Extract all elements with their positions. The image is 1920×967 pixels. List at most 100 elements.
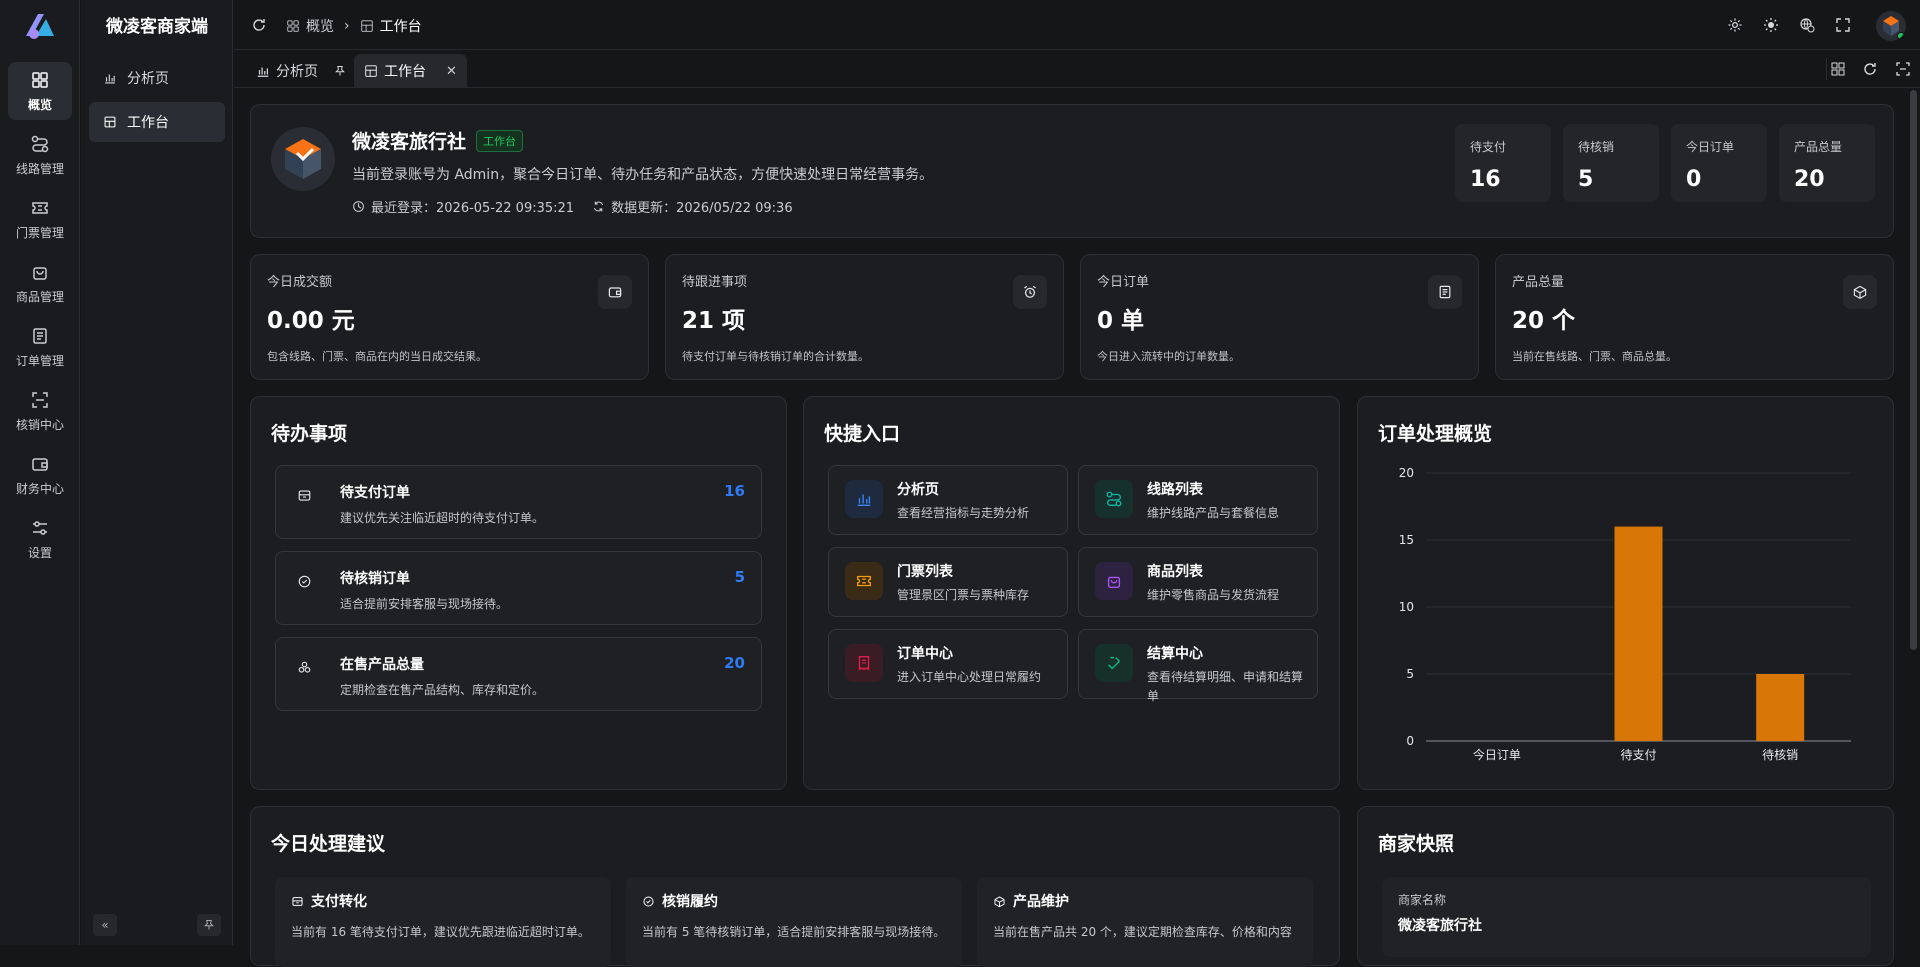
todo-item-count: 20 — [724, 654, 745, 672]
merchant-field-label: 商家名称 — [1398, 893, 1447, 907]
main-rail: 概览线路管理门票管理商品管理订单管理核销中心财务中心设置 — [0, 0, 80, 945]
quick-entry-item[interactable]: 分析页 查看经营指标与走势分析 — [828, 465, 1068, 535]
stat-value: 0 单 — [1097, 308, 1145, 334]
bag-icon — [1107, 576, 1121, 588]
workbench-badge: 工作台 — [476, 129, 524, 152]
fullscreen-button[interactable] — [1832, 14, 1854, 36]
stat-icon-box — [1843, 275, 1877, 309]
scrollbar-thumb[interactable] — [1910, 90, 1917, 650]
mini-stat-value: 5 — [1578, 167, 1594, 192]
quick-entry-title: 分析页 — [897, 482, 939, 498]
pin-icon[interactable] — [334, 65, 346, 77]
rail-item[interactable]: 概览 — [8, 62, 72, 120]
stat-description: 包含线路、门票、商品在内的当日成交结果。 — [267, 350, 487, 363]
sidebar-item[interactable]: 分析页 — [89, 58, 225, 98]
refresh-icon — [253, 19, 265, 31]
mini-stat-label: 产品总量 — [1794, 140, 1843, 154]
quick-entry-icon-box — [845, 562, 883, 600]
tab-workbench[interactable]: 工作台 ✕ — [354, 54, 467, 88]
close-tab-icon[interactable]: ✕ — [446, 64, 457, 79]
reload-tab-button[interactable] — [1859, 58, 1881, 80]
refresh-button[interactable] — [248, 14, 270, 36]
merchant-avatar — [271, 127, 335, 191]
sync-icon — [594, 201, 604, 212]
todo-item[interactable]: 在售产品总量 定期检查在售产品结构、库存和定价。 20 — [275, 637, 762, 711]
quick-entry-title: 订单中心 — [897, 646, 953, 662]
sidebar-item[interactable]: 工作台 — [89, 102, 225, 142]
stat-card: 产品总量 20 个 当前在售线路、门票、商品总量。 — [1495, 254, 1894, 380]
box-icon — [1853, 285, 1867, 300]
language-button[interactable] — [1796, 14, 1818, 36]
mini-stat-label: 待核销 — [1578, 140, 1615, 154]
rail-item[interactable]: 订单管理 — [8, 318, 72, 376]
rail-item[interactable]: 核销中心 — [8, 382, 72, 440]
todo-item-count: 16 — [724, 482, 745, 500]
order-overview-chart: 0 5 10 15 20 今日订单 待支付 待核销 — [1399, 466, 1851, 762]
quick-entry-description: 查看待结算明细、申请和结算单 — [1147, 670, 1304, 703]
rail-item-label: 订单管理 — [15, 353, 64, 368]
route-icon — [31, 135, 49, 152]
stat-label: 产品总量 — [1512, 275, 1565, 290]
tab-analysis[interactable]: 分析页 — [246, 54, 356, 88]
quick-entry-item[interactable]: 线路列表 维护线路产品与套餐信息 — [1078, 465, 1318, 535]
gear-icon — [1728, 18, 1742, 32]
rail-item[interactable]: 门票管理 — [8, 190, 72, 248]
stat-card: 待跟进事项 21 项 待支付订单与待核销订单的合计数量。 — [665, 254, 1064, 380]
stat-icon-box — [1428, 275, 1462, 309]
clock-icon — [353, 201, 364, 212]
order-overview-card: 订单处理概览 0 5 10 15 20 今日订单 待支付 待核销 — [1357, 396, 1894, 790]
theme-toggle-button[interactable] — [1760, 14, 1782, 36]
mini-stat-value: 20 — [1794, 167, 1825, 192]
pin-sidebar-button[interactable] — [197, 914, 221, 936]
alarm-icon — [1024, 285, 1036, 298]
document-icon — [1439, 285, 1451, 299]
quick-entry-description: 进入订单中心处理日常履约 — [897, 670, 1042, 684]
chart-bar — [1614, 526, 1663, 741]
quick-entry-item[interactable]: 结算中心 查看待结算明细、申请和结算单 — [1078, 629, 1318, 703]
todo-icon-box — [292, 569, 316, 593]
mini-stat-value: 0 — [1686, 167, 1702, 192]
todo-icon-box — [292, 483, 316, 507]
mini-stat-label: 待支付 — [1470, 140, 1507, 154]
todo-title: 待办事项 — [271, 423, 348, 445]
quick-entry-item[interactable]: 商品列表 维护零售商品与发货流程 — [1078, 547, 1318, 617]
breadcrumb-item[interactable]: 概览 — [306, 16, 334, 36]
suggestion-item-description: 当前有 16 笔待支付订单，建议优先跟进临近超时订单。 — [291, 925, 590, 939]
mini-stat-label: 今日订单 — [1686, 140, 1735, 154]
quick-entry-item[interactable]: 订单中心 进入订单中心处理日常履约 — [828, 629, 1068, 699]
mini-stat: 待核销 5 — [1563, 124, 1659, 202]
maximize-content-button[interactable] — [1892, 58, 1914, 80]
quick-entry-icon-box — [1095, 644, 1133, 682]
receipt-icon — [858, 656, 870, 671]
todo-item[interactable]: 待核销订单 适合提前安排客服与现场接待。 5 — [275, 551, 762, 625]
quick-entry-item[interactable]: 门票列表 管理景区门票与票种库存 — [828, 547, 1068, 617]
chart-y-tick-label: 0 — [1406, 734, 1414, 748]
scan-icon — [32, 391, 48, 408]
stat-card: 今日成交额 0.00 元 包含线路、门票、商品在内的当日成交结果。 — [250, 254, 649, 380]
workbench-icon — [104, 116, 116, 128]
rail-item-label: 商品管理 — [15, 289, 64, 304]
todo-item-description: 适合提前安排客服与现场接待。 — [340, 597, 509, 611]
tab-layout-button[interactable] — [1826, 58, 1848, 80]
todo-item-description: 建议优先关注临近超时的待支付订单。 — [340, 511, 545, 525]
sidebar-item-label: 分析页 — [127, 71, 169, 87]
last-login: 最近登录：2026-05-22 09:35:21 — [371, 201, 575, 216]
rail-item[interactable]: 线路管理 — [8, 126, 72, 184]
rail-item-label: 线路管理 — [15, 161, 64, 176]
document-icon — [33, 327, 47, 344]
mini-stat-value: 16 — [1470, 167, 1501, 192]
todo-item[interactable]: 待支付订单 建议优先关注临近超时的待支付订单。 16 — [275, 465, 762, 539]
quick-entry-title: 结算中心 — [1147, 646, 1203, 662]
rail-item-label: 设置 — [27, 545, 52, 560]
avatar[interactable] — [1876, 11, 1906, 41]
rail-item[interactable]: 设置 — [8, 510, 72, 568]
rail-item[interactable]: 财务中心 — [8, 446, 72, 504]
rail-item[interactable]: 商品管理 — [8, 254, 72, 312]
translate-icon — [1800, 18, 1815, 33]
collapse-sidebar-button[interactable]: « — [93, 914, 117, 936]
welcome-card: 微凌客旅行社 工作台 当前登录账号为 Admin，聚合今日订单、待办任务和产品状… — [250, 104, 1894, 238]
quick-entry-icon-box — [845, 644, 883, 682]
settings-button[interactable] — [1724, 14, 1746, 36]
app-logo[interactable] — [22, 10, 58, 42]
scan-icon — [1896, 62, 1910, 76]
